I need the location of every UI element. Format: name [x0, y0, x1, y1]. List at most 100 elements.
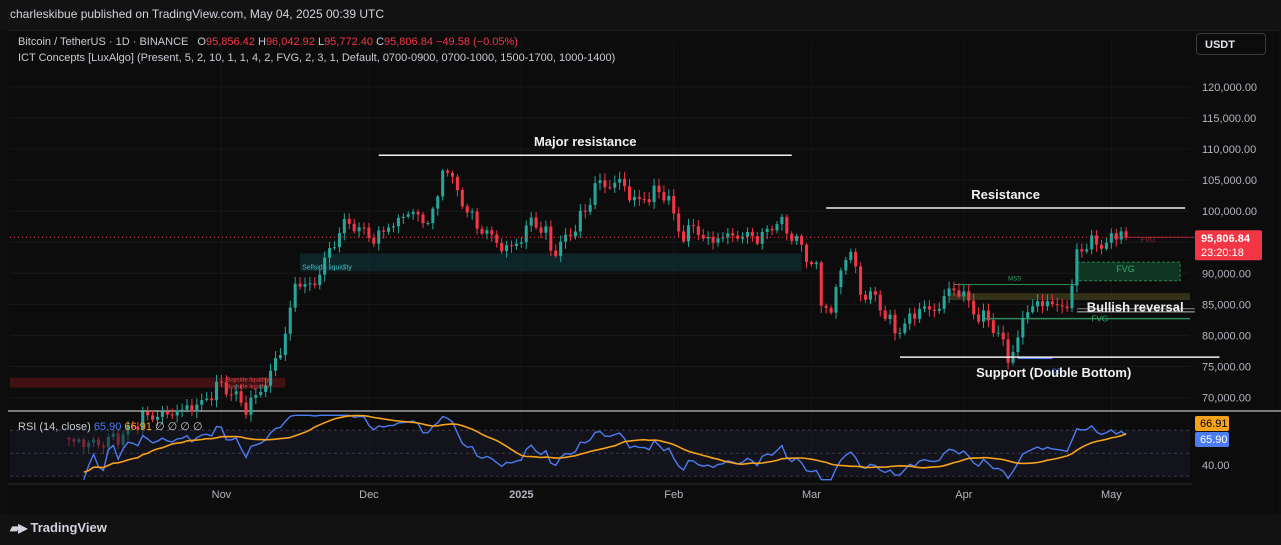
candle — [844, 259, 848, 271]
open-label: O — [197, 36, 206, 48]
candle — [328, 247, 332, 258]
candle — [406, 214, 410, 217]
candle — [972, 300, 976, 315]
candle — [347, 218, 351, 224]
candle — [534, 217, 538, 228]
high-label: H — [257, 36, 266, 48]
candle — [568, 234, 573, 237]
candle — [583, 210, 587, 212]
candle — [273, 358, 278, 371]
candle — [765, 228, 769, 233]
currency-button[interactable]: USDT — [1196, 33, 1266, 55]
candle — [893, 314, 897, 334]
candle — [967, 291, 971, 301]
tradingview-logo-text: TradingView — [30, 520, 107, 535]
indicator-legend[interactable]: ICT Concepts [LuxAlgo] (Present, 5, 2, 1… — [18, 52, 615, 64]
price-tick-label: 70,000.00 — [1202, 393, 1251, 405]
candle — [500, 242, 504, 252]
candle — [1016, 337, 1020, 353]
candle — [313, 283, 317, 286]
rsi-legend[interactable]: RSI (14, close) 65.90 66.91 ∅ ∅ ∅ ∅ — [18, 420, 203, 433]
symbol-name: Bitcoin / TetherUS · 1D · BINANCE — [18, 36, 189, 48]
close-value: 95,806.84 — [384, 36, 433, 48]
candle — [200, 400, 204, 405]
price-chart[interactable]: Sellside liquidity Buyside liquidityBuysi… — [0, 0, 1281, 545]
candle — [549, 226, 553, 251]
candle — [859, 266, 863, 295]
price-tick-label: 100,000.00 — [1202, 206, 1257, 218]
time-tick-label: Dec — [359, 489, 379, 501]
candle — [839, 270, 843, 288]
candle — [903, 323, 907, 333]
time-tick-label: 2025 — [509, 489, 533, 501]
candle — [229, 394, 233, 396]
candle — [1055, 304, 1059, 306]
candle — [465, 206, 469, 213]
candle — [426, 223, 430, 225]
rsi-tick-label: 40.00 — [1202, 460, 1230, 472]
candle — [323, 257, 327, 275]
tradingview-logo-icon: ▰▶ — [10, 521, 27, 535]
tradingview-logo[interactable]: ▰▶ TradingView — [10, 520, 107, 535]
candle — [401, 216, 405, 218]
candle — [431, 208, 435, 224]
candle — [1075, 249, 1079, 286]
candle — [254, 395, 258, 398]
candle — [637, 196, 641, 199]
rsi-extra: ∅ ∅ ∅ ∅ — [155, 421, 203, 433]
price-tick-label: 110,000.00 — [1202, 144, 1256, 156]
candle — [234, 391, 238, 395]
candle — [269, 370, 273, 386]
candle — [391, 226, 396, 228]
candle — [593, 183, 597, 205]
candle — [1099, 244, 1104, 249]
candle — [490, 230, 494, 235]
time-tick-label: Feb — [664, 489, 683, 501]
candle — [1095, 235, 1099, 245]
rsi-ma-value: 66.91 — [124, 421, 152, 433]
candle — [731, 233, 735, 236]
candle — [539, 227, 543, 233]
candle — [441, 170, 445, 197]
candle — [170, 414, 174, 416]
price-tick-label: 85,000.00 — [1202, 299, 1251, 311]
candle — [318, 274, 322, 286]
rsi-value: 65.90 — [93, 421, 122, 433]
time-tick-label: Mar — [802, 489, 821, 501]
candle — [544, 226, 548, 233]
candle — [288, 307, 292, 334]
price-tick-label: 75,000.00 — [1202, 362, 1251, 374]
candle — [1021, 317, 1025, 338]
price-tick-label: 115,000.00 — [1202, 113, 1256, 125]
sellside-liquidity-label: Sellside liquidity — [302, 264, 352, 271]
candle — [785, 216, 789, 234]
candle — [165, 411, 169, 415]
candle — [342, 218, 346, 234]
candle — [244, 402, 248, 415]
candle — [642, 198, 646, 200]
candle — [986, 310, 990, 321]
candle — [303, 284, 307, 287]
price-tag-time: 23:20:18 — [1201, 247, 1244, 259]
price-tick-label: 105,000.00 — [1202, 175, 1257, 187]
candle — [809, 262, 813, 265]
candle — [1065, 306, 1069, 309]
candle — [819, 262, 823, 306]
candle — [495, 234, 499, 243]
low-value: 95,772.40 — [324, 36, 373, 48]
candle — [514, 243, 518, 247]
candle — [942, 295, 946, 309]
candle — [603, 180, 607, 188]
candle — [485, 230, 489, 234]
candle — [829, 307, 833, 313]
candle — [278, 355, 282, 359]
candle — [264, 385, 268, 392]
candle — [564, 234, 568, 242]
candle — [613, 182, 617, 188]
candle — [357, 227, 361, 232]
candle — [849, 251, 853, 260]
candle — [608, 187, 612, 189]
symbol-legend[interactable]: Bitcoin / TetherUS · 1D · BINANCE O95,85… — [18, 36, 518, 48]
candle — [750, 231, 754, 237]
rsi-ma-tag-value: 66.91 — [1200, 418, 1228, 430]
